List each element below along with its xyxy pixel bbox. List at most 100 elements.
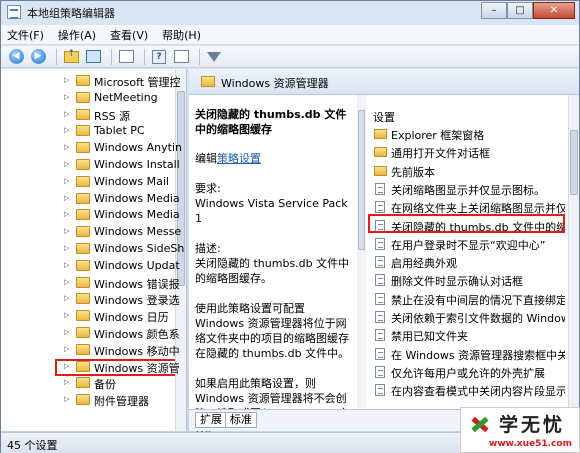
up-folder-button[interactable] bbox=[62, 49, 80, 65]
setting-row[interactable]: 在 Windows 资源管理器搜索框中关闭 bbox=[369, 346, 565, 363]
tree-item[interactable]: ▷ Windows 移动中 bbox=[1, 342, 180, 358]
folder-icon bbox=[374, 165, 387, 176]
menu-view[interactable]: 查看(V) bbox=[110, 27, 148, 43]
tree-item[interactable]: ▷ Windows Anytin bbox=[1, 140, 182, 156]
expand-arrow-icon[interactable]: ▷ bbox=[64, 177, 72, 185]
setting-row[interactable]: 先前版本 bbox=[369, 163, 565, 180]
close-button[interactable]: ✕ bbox=[533, 2, 575, 19]
tree-item[interactable]: ▷ RSS 源 bbox=[1, 107, 175, 123]
tree-item[interactable]: ▷ Microsoft 管理控 bbox=[1, 73, 181, 89]
menu-bar: 文件(F) 操作(A) 查看(V) 帮助(H) bbox=[1, 25, 579, 45]
tree-item[interactable]: ▷ Windows 错误报 bbox=[1, 275, 180, 291]
tree-item[interactable]: ▷ Windows Media bbox=[1, 191, 180, 207]
tab-extended[interactable]: 扩展 bbox=[195, 412, 227, 428]
title-bar: 本地组策略编辑器 – □ ✕ bbox=[1, 1, 579, 23]
back-button[interactable]: ◀ bbox=[7, 49, 25, 65]
tree-item-label: Windows 颜色系 bbox=[94, 328, 180, 341]
setting-row[interactable]: 通用打开文件对话框 bbox=[369, 144, 565, 161]
setting-label: 关闭缩略图显示并仅显示图标。 bbox=[391, 183, 545, 197]
expand-arrow-icon[interactable]: ▷ bbox=[64, 378, 72, 386]
tree-item[interactable]: ▷ Windows Messe bbox=[1, 224, 181, 240]
tree-item[interactable]: ▷ Windows 登录选 bbox=[1, 291, 180, 307]
setting-row[interactable]: 禁止在没有中间层的情况下直接绑定到 bbox=[369, 291, 565, 308]
settings-scrollbar[interactable] bbox=[568, 95, 579, 408]
setting-row[interactable]: 关闭缩略图显示并仅显示图标。 bbox=[369, 181, 565, 198]
tree-item[interactable]: ▷ Windows Media bbox=[1, 207, 180, 223]
setting-row[interactable]: 删除文件时显示确认对话框 bbox=[369, 272, 565, 289]
settings-column-header[interactable]: 设置 bbox=[373, 109, 395, 125]
toolbar-separator bbox=[199, 48, 200, 65]
expand-arrow-icon[interactable]: ▷ bbox=[64, 261, 72, 269]
expand-arrow-icon[interactable]: ▷ bbox=[64, 110, 72, 118]
menu-action[interactable]: 操作(A) bbox=[58, 27, 96, 43]
setting-selection-highlight bbox=[368, 214, 565, 233]
expand-arrow-icon[interactable]: ▷ bbox=[64, 294, 72, 302]
tree-item[interactable]: ▷ 备份 bbox=[1, 375, 175, 391]
setting-row[interactable]: 在内容查看模式中关闭内容片段显示 bbox=[369, 382, 565, 399]
setting-row[interactable]: 仅允许每用户或允许的外壳扩展 bbox=[369, 364, 565, 381]
setting-row[interactable]: 在用户登录时不显示“欢迎中心” bbox=[369, 236, 565, 253]
tab-standard[interactable]: 标准 bbox=[225, 412, 257, 428]
expand-arrow-icon[interactable]: ▷ bbox=[64, 244, 72, 252]
settings-scroll-thumb[interactable] bbox=[570, 130, 578, 195]
expand-arrow-icon[interactable]: ▷ bbox=[64, 76, 72, 84]
expand-arrow-icon[interactable]: ▷ bbox=[64, 160, 72, 168]
tree-item[interactable]: ▷ NetMeeting bbox=[1, 90, 175, 106]
expand-arrow-icon[interactable]: ▷ bbox=[64, 227, 72, 235]
policy-title: 关闭隐藏的 thumbs.db 文件中的缩略图缓存 bbox=[195, 108, 347, 136]
filter-button[interactable] bbox=[205, 49, 223, 65]
folder-icon bbox=[374, 129, 387, 139]
help-button[interactable]: ? bbox=[150, 49, 168, 65]
tree-item[interactable]: ▷ Windows Mail bbox=[1, 174, 175, 190]
expand-arrow-icon[interactable]: ▷ bbox=[64, 93, 72, 101]
description-scroll-thumb[interactable] bbox=[358, 110, 365, 250]
setting-row[interactable]: Explorer 框架窗格 bbox=[369, 126, 565, 143]
expand-arrow-icon[interactable]: ▷ bbox=[64, 278, 72, 286]
menu-help[interactable]: 帮助(H) bbox=[162, 27, 201, 43]
folder-icon bbox=[76, 343, 90, 355]
expand-arrow-icon[interactable]: ▷ bbox=[64, 362, 72, 370]
setting-row[interactable]: 禁用已知文件夹 bbox=[369, 327, 565, 344]
description-scrollbar[interactable] bbox=[357, 95, 366, 408]
folder-icon bbox=[76, 293, 90, 305]
edit-policy-link[interactable]: 策略设置 bbox=[217, 152, 261, 165]
folder-icon bbox=[76, 243, 90, 254]
minimize-button[interactable]: – bbox=[481, 2, 507, 19]
details-header: Windows 资源管理器 bbox=[189, 69, 579, 95]
setting-row[interactable]: 启用经典外观 bbox=[369, 254, 565, 271]
expand-arrow-icon[interactable]: ▷ bbox=[64, 345, 72, 353]
description-panel: 关闭隐藏的 thumbs.db 文件中的缩略图缓存 编辑策略设置 要求: Wind… bbox=[195, 107, 357, 451]
setting-label: 在内容查看模式中关闭内容片段显示 bbox=[391, 385, 565, 399]
expand-arrow-icon[interactable]: ▷ bbox=[64, 311, 72, 319]
setting-row[interactable]: 关闭依赖于索引文件数据的 Windows bbox=[369, 309, 565, 326]
forward-button[interactable]: ▶ bbox=[29, 49, 47, 65]
tree-item[interactable]: ▷ Windows Install bbox=[1, 157, 180, 173]
expand-arrow-icon[interactable]: ▷ bbox=[64, 194, 72, 202]
watermark-text: 学无忧 bbox=[499, 414, 566, 436]
expand-arrow-icon[interactable]: ▷ bbox=[64, 395, 72, 403]
tree-scroll-thumb[interactable] bbox=[177, 91, 185, 286]
maximize-button[interactable]: □ bbox=[507, 2, 533, 19]
tree-item[interactable]: ▷ Windows 日历 bbox=[1, 308, 175, 324]
tree-item[interactable]: ▷ Windows Updat bbox=[1, 258, 180, 274]
show-hide-tree-button[interactable] bbox=[84, 49, 102, 65]
expand-arrow-icon[interactable]: ▷ bbox=[64, 143, 72, 151]
tree-item-label: Windows SideSh bbox=[94, 242, 185, 255]
tree-item[interactable]: ▷ Windows SideSh bbox=[1, 241, 184, 257]
folder-icon bbox=[76, 91, 90, 103]
expand-arrow-icon[interactable]: ▷ bbox=[64, 210, 72, 218]
setting-label: 删除文件时显示确认对话框 bbox=[391, 275, 523, 289]
tree-item[interactable]: ▷ 附件管理器 bbox=[1, 392, 175, 408]
tree-item[interactable]: ▷ Windows 颜色系 bbox=[1, 325, 180, 341]
tree-item[interactable]: ▷ Windows 资源管 bbox=[1, 359, 180, 375]
menu-file[interactable]: 文件(F) bbox=[7, 27, 44, 43]
properties-button[interactable] bbox=[172, 49, 190, 65]
export-list-button[interactable] bbox=[117, 49, 135, 65]
tree-item-label: Microsoft 管理控 bbox=[94, 76, 181, 89]
folder-icon bbox=[76, 276, 90, 288]
folder-icon bbox=[76, 327, 90, 338]
expand-arrow-icon[interactable]: ▷ bbox=[64, 328, 72, 336]
tree-item[interactable]: ▷ Tablet PC bbox=[1, 123, 175, 139]
policy-setting-icon bbox=[375, 182, 385, 195]
expand-arrow-icon[interactable]: ▷ bbox=[64, 126, 72, 134]
